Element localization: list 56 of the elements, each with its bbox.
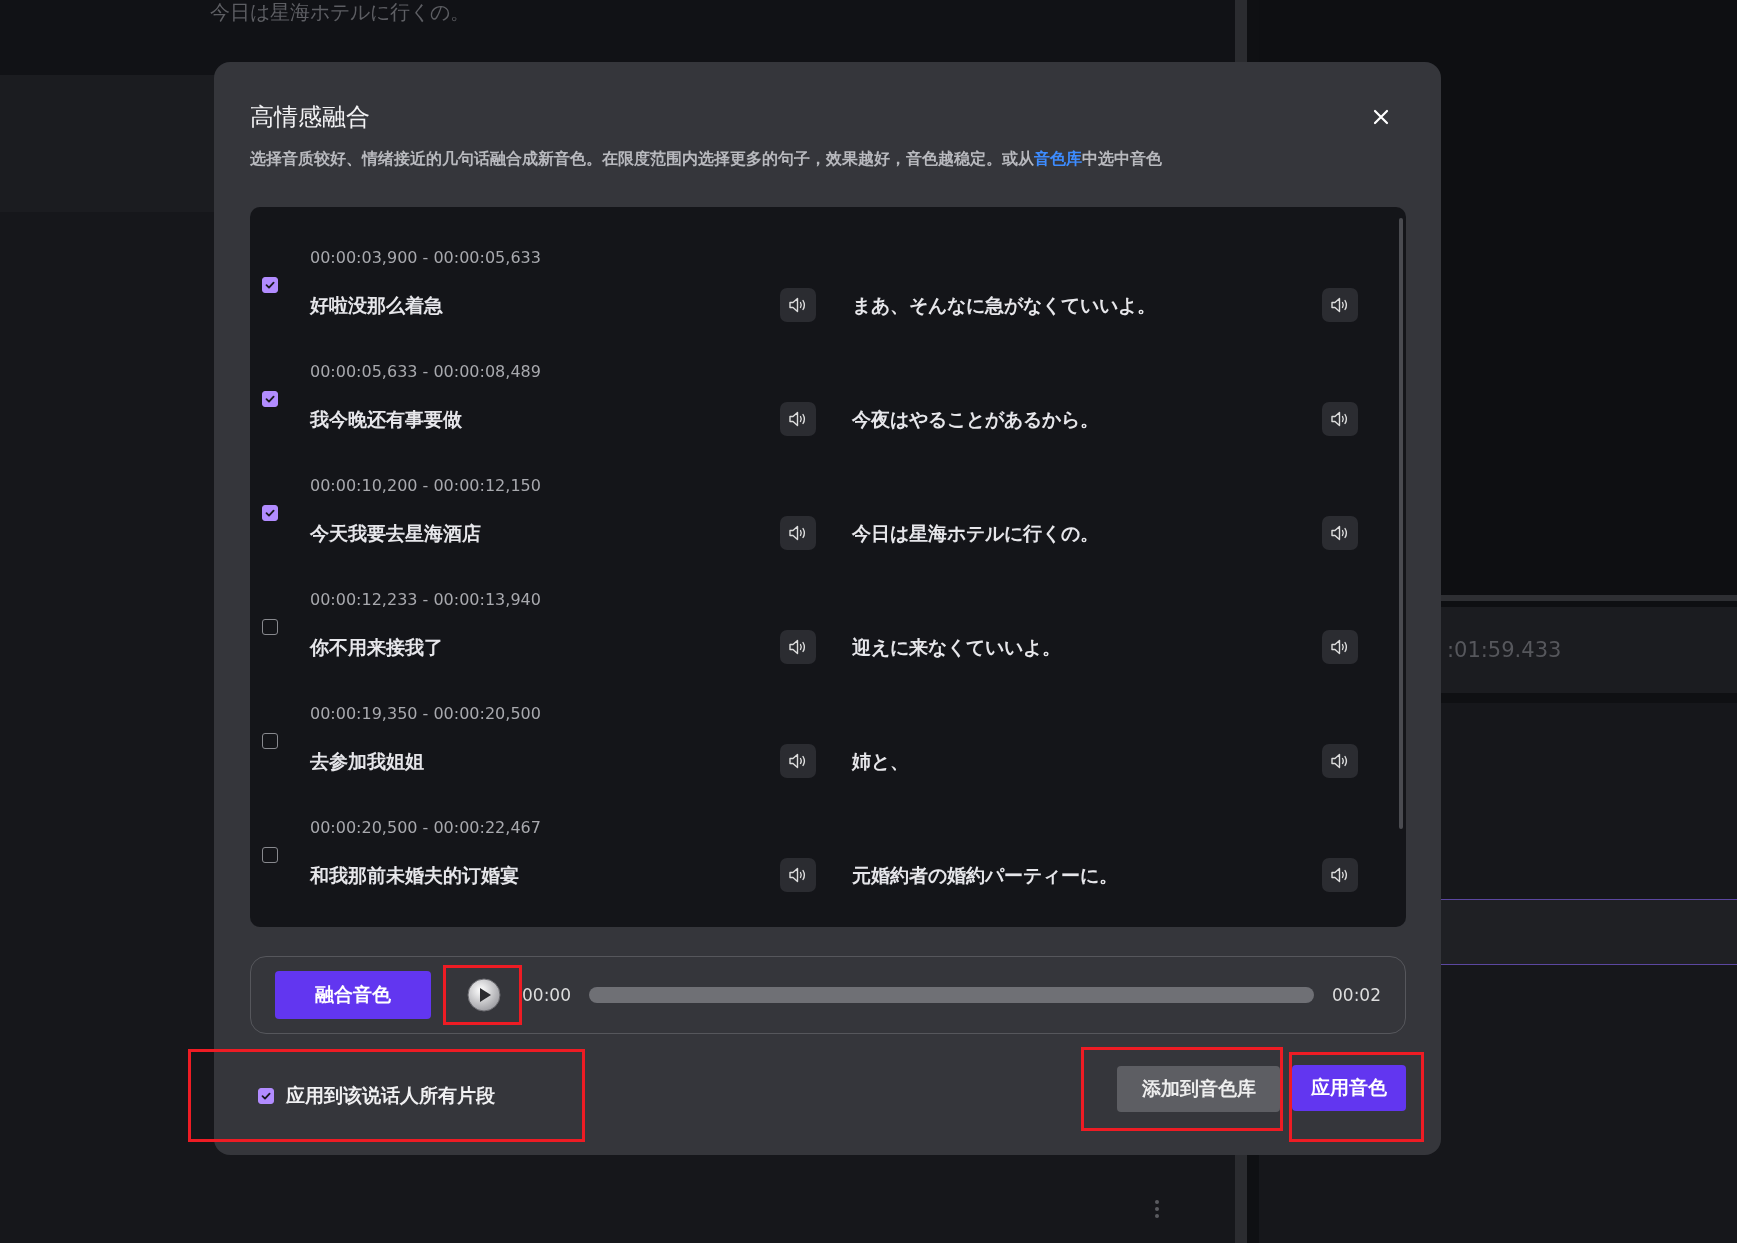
speaker-icon[interactable]	[1322, 402, 1358, 436]
segment-checkbox[interactable]	[262, 505, 278, 521]
speaker-icon[interactable]	[1322, 630, 1358, 664]
check-icon	[264, 393, 276, 405]
segment-checkbox[interactable]	[262, 277, 278, 293]
library-link[interactable]: 音色库	[1034, 149, 1082, 168]
translation-text: 今夜はやることがあるから。	[852, 407, 1100, 432]
speaker-icon[interactable]	[780, 858, 816, 892]
dialog-title: 高情感融合	[250, 102, 370, 132]
action-button[interactable]: 添加到音色库	[1117, 1066, 1280, 1112]
speaker-icon[interactable]	[780, 630, 816, 664]
source-text: 我今晚还有事要做	[310, 407, 463, 432]
duration-time: 00:02	[1332, 985, 1381, 1005]
check-icon	[264, 507, 276, 519]
translation-text: まあ、そんなに急がなくていいよ。	[852, 293, 1157, 318]
translation-text: 姉と、	[852, 749, 910, 774]
timestamp-text: 00:00:05,633 - 00:00:08,489	[310, 362, 542, 382]
check-icon	[264, 279, 276, 291]
source-text: 好啦没那么着急	[310, 293, 444, 318]
current-time: 00:00	[522, 985, 571, 1005]
speaker-icon[interactable]	[780, 744, 816, 778]
more-icon[interactable]	[1154, 1199, 1160, 1219]
merge-button[interactable]: 融合音色	[275, 971, 431, 1019]
speaker-icon[interactable]	[1322, 858, 1358, 892]
speaker-icon[interactable]	[1322, 744, 1358, 778]
apply-all-checkbox[interactable]	[258, 1087, 274, 1104]
play-icon[interactable]	[467, 978, 501, 1012]
speaker-icon[interactable]	[780, 516, 816, 550]
subtitle-text: 今日は星海ホテルに行くの。	[210, 0, 470, 24]
timecode-text: :01:59.433	[1447, 638, 1562, 662]
timestamp-text: 00:00:03,900 - 00:00:05,633	[310, 248, 542, 268]
speaker-icon[interactable]	[780, 402, 816, 436]
timestamp-text: 00:00:20,500 - 00:00:22,467	[310, 818, 542, 838]
timestamp-text: 00:00:10,200 - 00:00:12,150	[310, 476, 542, 496]
source-text: 你不用来接我了	[310, 635, 444, 660]
dialog-description: 选择音质较好、情绪接近的几句话融合成新音色。在限度范围内选择更多的句子，效果越好，音色越稳定。或从音色库中选中音色	[250, 148, 1163, 170]
speaker-icon[interactable]	[1322, 516, 1358, 550]
source-text: 今天我要去星海酒店	[310, 521, 482, 546]
apply-all-label: 应用到该说话人所有片段	[286, 1082, 495, 1108]
speaker-icon[interactable]	[1322, 288, 1358, 322]
translation-text: 迎えに来なくていいよ。	[852, 635, 1062, 660]
segment-checkbox[interactable]	[262, 619, 278, 635]
segment-checkbox[interactable]	[262, 847, 278, 863]
source-text: 去参加我姐姐	[310, 749, 425, 774]
timestamp-text: 00:00:19,350 - 00:00:20,500	[310, 704, 542, 724]
scrollbar[interactable]	[1399, 218, 1403, 829]
close-icon[interactable]	[1373, 109, 1389, 125]
translation-text: 今日は星海ホテルに行くの。	[852, 521, 1100, 546]
segment-checkbox[interactable]	[262, 391, 278, 407]
speaker-icon[interactable]	[780, 288, 816, 322]
timestamp-text: 00:00:12,233 - 00:00:13,940	[310, 590, 542, 610]
action-button[interactable]: 应用音色	[1292, 1065, 1406, 1111]
translation-text: 元婚約者の婚約パーティーに。	[852, 863, 1119, 888]
segment-checkbox[interactable]	[262, 733, 278, 749]
source-text: 和我那前未婚夫的订婚宴	[310, 863, 520, 888]
progress-track[interactable]	[589, 987, 1314, 1003]
